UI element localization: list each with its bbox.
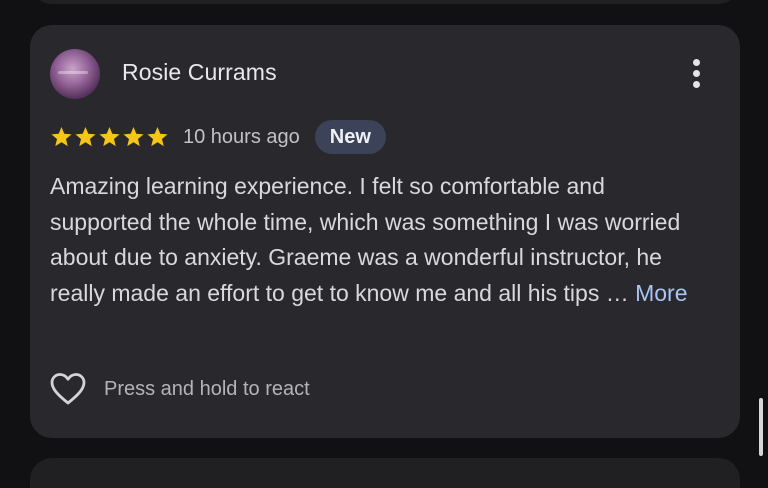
review-body: Amazing learning experience. I felt so c… — [50, 173, 681, 306]
star-rating — [50, 126, 169, 148]
rating-row: 10 hours ago New — [50, 119, 386, 155]
star-icon — [50, 126, 73, 148]
star-icon — [146, 126, 169, 148]
star-icon — [74, 126, 97, 148]
reviewer-avatar[interactable] — [50, 49, 100, 99]
more-link[interactable]: More — [635, 280, 687, 306]
new-badge: New — [314, 120, 386, 154]
scrollbar[interactable] — [759, 398, 763, 456]
star-icon — [98, 126, 121, 148]
heart-outline-icon[interactable] — [50, 372, 86, 406]
review-card: Rosie Currams 10 hours ago New Amazing l… — [30, 25, 740, 438]
vertical-dots-icon — [693, 59, 700, 66]
reviewer-name[interactable]: Rosie Currams — [122, 59, 277, 86]
star-icon — [122, 126, 145, 148]
react-row: Press and hold to react — [50, 369, 310, 409]
more-options-button[interactable] — [682, 57, 712, 91]
react-hint[interactable]: Press and hold to react — [104, 378, 310, 401]
previous-review-card — [30, 0, 740, 4]
review-text: Amazing learning experience. I felt so c… — [50, 169, 710, 311]
review-time: 10 hours ago — [183, 125, 300, 148]
